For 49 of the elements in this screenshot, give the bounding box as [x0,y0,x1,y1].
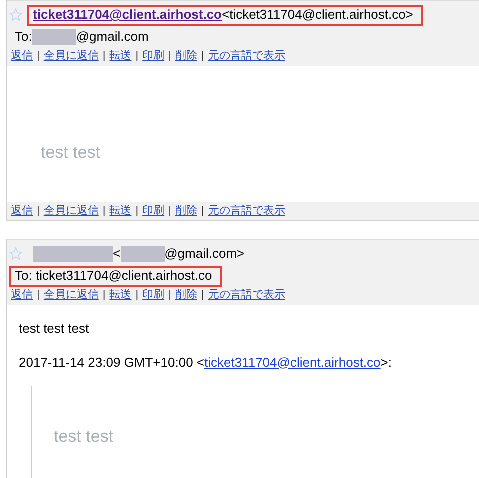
separator-text: | [168,48,172,64]
star-icon[interactable] [9,247,23,261]
separator-text: | [201,288,204,303]
separator-text: | [168,288,172,303]
redacted-block [120,246,165,262]
message-text: test test [54,426,115,448]
separator-text: | [37,204,40,219]
header-text: To: [15,28,32,46]
attribution-line: 2017-11-14 23:09 GMT+10:00 <ticket311704@client.airhost.co>: [19,354,393,372]
action-link[interactable]: 返信 [11,286,33,304]
action-link[interactable]: 返信 [11,202,33,220]
action-link[interactable]: 転送 [110,48,132,64]
separator-text: | [102,288,106,303]
action-link[interactable]: 印刷 [142,202,165,220]
action-link[interactable]: 印刷 [142,286,165,304]
separator-text: | [201,48,204,64]
separator-text: | [201,204,204,219]
header-text: @gmail.com> [164,245,245,264]
header-text: To: ticket311704@client.airhost.co [15,267,212,286]
message-text: test test test [19,320,90,338]
separator-text: | [136,288,139,303]
header-text: <ticket311704@client.airhost.co> [222,6,414,24]
action-link[interactable]: 元の言語で表示 [208,48,286,64]
action-link[interactable]: 返信 [11,48,33,64]
separator-text: | [102,48,106,64]
separator-text: | [136,48,139,64]
action-link[interactable]: 全員に返信 [44,48,99,64]
action-link[interactable]: 削除 [175,48,198,64]
message-text: test test [41,142,102,164]
separator-text: | [168,204,172,219]
separator-text: | [102,204,106,219]
action-link[interactable]: 元の言語で表示 [208,286,286,304]
email-link[interactable]: ticket311704@client.airhost.co [204,354,381,370]
action-link[interactable]: 全員に返信 [44,202,99,220]
action-link[interactable]: 転送 [110,202,132,220]
star-icon[interactable] [9,8,23,22]
action-link[interactable]: 全員に返信 [44,286,99,304]
separator-text: | [37,48,40,64]
action-link[interactable]: 元の言語で表示 [208,202,286,220]
action-link[interactable]: 印刷 [142,48,165,64]
separator-text: | [37,288,40,303]
header-text: @gmail.com [76,28,149,46]
header-text: < [113,245,121,264]
sender-link[interactable]: ticket311704@client.airhost.co [33,5,222,25]
action-link[interactable]: 削除 [175,286,198,304]
action-link[interactable]: 転送 [110,286,132,304]
action-link[interactable]: 削除 [175,202,198,220]
redacted-block [32,29,76,45]
separator-text: | [136,204,139,219]
